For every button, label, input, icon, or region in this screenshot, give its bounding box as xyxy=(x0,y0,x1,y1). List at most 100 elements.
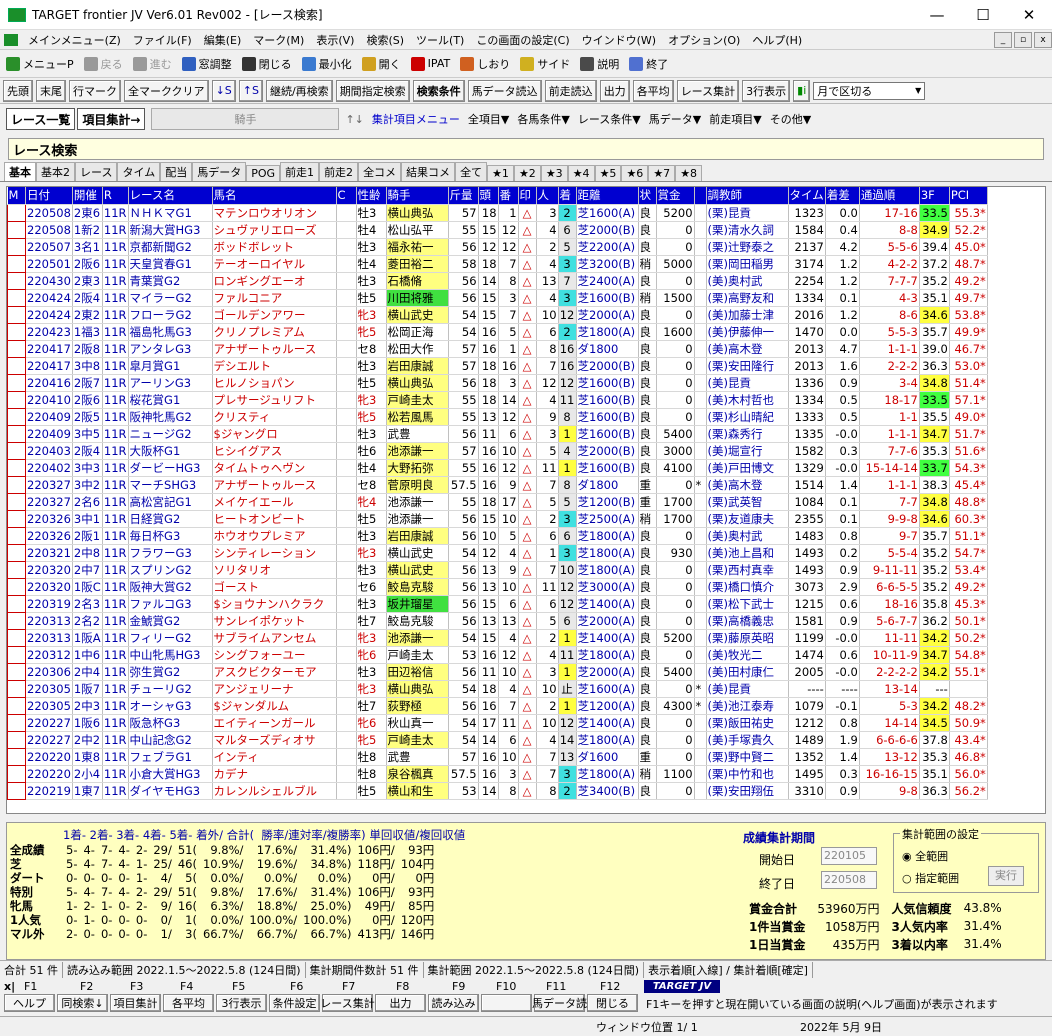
table-cell[interactable] xyxy=(7,407,26,426)
table-row[interactable]: 220326 3中1 11R 日経賞G2 ヒートオンビート 牡5 池添謙一 56 15 10 △ 2 3… xyxy=(7,509,988,528)
filter-dropdown[interactable]: 各馬条件▼ xyxy=(517,111,569,127)
column-header[interactable]: 調教師 xyxy=(706,187,789,205)
toolbar-button[interactable]: 戻る xyxy=(83,56,123,72)
action-button[interactable]: 出力 xyxy=(599,79,630,102)
tab[interactable]: 結果コメ xyxy=(401,162,456,181)
action-button[interactable]: 馬データ読込 xyxy=(467,79,542,102)
menu-item[interactable]: 編集(E) xyxy=(198,32,248,48)
range-spec-radio[interactable]: ○ 指定範囲 xyxy=(902,870,959,886)
mdi-restore-button[interactable]: ▫ xyxy=(1014,31,1032,48)
tab[interactable]: ★2 xyxy=(513,165,541,181)
table-cell[interactable] xyxy=(7,339,26,358)
column-header[interactable]: 賞金 xyxy=(656,187,695,205)
tab[interactable]: ★5 xyxy=(594,165,622,181)
table-row[interactable]: 220430 2東3 11R 青葉賞G2 ロンギングエーオ 牡3 石橋脩 56 14 8 △ 13 7 芝… xyxy=(7,271,988,290)
tab[interactable]: タイム xyxy=(117,162,161,181)
table-cell[interactable] xyxy=(7,475,26,494)
action-button[interactable]: 前走読込 xyxy=(544,79,597,102)
action-button[interactable]: 全マーククリア xyxy=(124,79,209,102)
column-header[interactable]: R xyxy=(102,187,129,205)
menu-item[interactable]: ツール(T) xyxy=(410,32,470,48)
column-header[interactable]: 馬名 xyxy=(212,187,337,205)
table-row[interactable]: 220320 1阪C 11R 阪神大賞G2 ゴースト セ6 鮫島克駿 56 13 10 △ 11 12 芝… xyxy=(7,577,988,596)
close-button[interactable]: ✕ xyxy=(1006,0,1052,30)
table-row[interactable]: 220219 1東7 11R ダイヤモHG3 カレンルシェルブル 牡5 横山和生 53 14 8 △… xyxy=(7,781,988,800)
info-icon[interactable]: ▮i xyxy=(793,79,811,102)
table-row[interactable]: 220220 1東8 11R フェブラG1 インティ 牡8 武豊 57 16 10 △ 7 13 ダ160… xyxy=(7,747,988,766)
tab[interactable]: 前走2 xyxy=(319,162,359,181)
table-cell[interactable] xyxy=(7,764,26,783)
filter-dropdown[interactable]: 馬データ▼ xyxy=(649,111,701,127)
minimize-button[interactable]: — xyxy=(914,0,960,30)
mdi-minimize-button[interactable]: _ xyxy=(994,31,1012,48)
toolbar-button[interactable]: 閉じる xyxy=(241,56,292,72)
fkey-button[interactable]: 項目集計 xyxy=(110,994,161,1012)
table-row[interactable]: 220305 1阪7 11R チューリG2 アンジェリーナ 牝3 横山典弘 54 18 4 △ 10 止… xyxy=(7,679,988,698)
fkey-button[interactable]: 同検索↓ xyxy=(57,994,108,1012)
tab[interactable]: ★8 xyxy=(675,165,703,181)
filter-dropdown[interactable]: その他▼ xyxy=(770,111,811,127)
menu-item[interactable]: マーク(M) xyxy=(247,32,310,48)
table-cell[interactable] xyxy=(7,577,26,596)
tab[interactable]: ★7 xyxy=(648,165,676,181)
table-row[interactable]: 220306 2中4 11R 弥生賞G2 アスクビクターモア 牡3 田辺裕信 56 11 10 △ 3… xyxy=(7,662,988,681)
table-cell[interactable] xyxy=(7,220,26,239)
table-row[interactable]: 220321 2中8 11R フラワーG3 シンティレーション 牝3 横山武史 54 12 4 △ 1… xyxy=(7,543,988,562)
run-button[interactable]: 実行 xyxy=(988,866,1024,886)
column-header[interactable]: 頭 xyxy=(478,187,499,205)
action-button[interactable]: ↑S xyxy=(238,79,263,102)
race-list-button[interactable]: レース一覧 xyxy=(6,108,76,130)
table-row[interactable]: 220403 2阪4 11R 大阪杯G1 ヒシイグアス 牡6 池添謙一 57 16 10 △ 5 4 芝2… xyxy=(7,441,988,460)
sort-arrows-icon[interactable]: ↑↓ xyxy=(345,113,363,126)
table-cell[interactable] xyxy=(7,237,26,256)
table-row[interactable]: 220417 3中8 11R 皐月賞G1 デシエルト 牡3 岩田康誠 57 18 16 △ 7 16 芝2… xyxy=(7,356,988,375)
fkey-button[interactable]: 出力 xyxy=(375,994,426,1012)
column-header[interactable]: 着差 xyxy=(825,187,860,205)
column-header[interactable]: 騎手 xyxy=(386,187,449,205)
column-header[interactable]: PCI xyxy=(949,187,988,205)
mdi-close-button[interactable]: x xyxy=(1034,31,1052,48)
table-row[interactable]: 220508 1新2 11R 新潟大賞HG3 シュヴァリエローズ 牡4 松山弘平 55 15 12… xyxy=(7,220,988,239)
fkey-button[interactable] xyxy=(481,994,532,1012)
menu-item[interactable]: 検索(S) xyxy=(360,32,410,48)
menu-item[interactable]: ヘルプ(H) xyxy=(746,32,808,48)
action-button[interactable]: レース集計 xyxy=(676,79,740,102)
table-row[interactable]: 220417 2阪8 11R アンタレG3 アナザートゥルース セ8 松田大作 57 16 1 △ 8… xyxy=(7,339,988,358)
column-header[interactable]: M xyxy=(7,187,26,205)
table-row[interactable]: 220326 2阪1 11R 毎日杯G3 ホウオウプレミア 牡3 岩田康誠 56 10 5 △ 6 6 芝… xyxy=(7,526,988,545)
tab[interactable]: 配当 xyxy=(160,162,193,181)
table-cell[interactable] xyxy=(7,288,26,307)
table-cell[interactable] xyxy=(7,662,26,681)
table-cell[interactable] xyxy=(7,356,26,375)
action-button[interactable]: ↓S xyxy=(211,79,236,102)
filter-dropdown[interactable]: 全項目▼ xyxy=(468,111,509,127)
column-header[interactable]: タイム xyxy=(788,187,826,205)
menu-item[interactable]: メインメニュー(Z) xyxy=(22,32,127,48)
action-button[interactable]: 期間指定検索 xyxy=(335,79,410,102)
column-header[interactable]: 印 xyxy=(518,187,537,205)
toolbar-button[interactable]: 説明 xyxy=(580,56,619,72)
aggregate-item-combo[interactable]: 騎手 xyxy=(151,108,340,130)
table-row[interactable]: 220507 3名1 11R 京都新聞G2 ボッドボレット 牡3 福永祐一 56 12 12 △ 2 5… xyxy=(7,237,988,256)
table-row[interactable]: 220402 3中3 11R ダービーHG3 タイムトゥヘヴン 牡4 大野拓弥 55 16 12 △… xyxy=(7,458,988,477)
menu-item[interactable]: ファイル(F) xyxy=(127,32,198,48)
table-row[interactable]: 220220 2小4 11R 小倉大賞HG3 カデナ 牡8 泉谷楓真 57.5 16 3 △ 7 3 芝1… xyxy=(7,764,988,783)
table-cell[interactable] xyxy=(7,509,26,528)
table-cell[interactable] xyxy=(7,390,26,409)
table-row[interactable]: 220424 2東2 11R フローラG2 ゴールデンアワー 牝3 横山武史 54 15 7 △ 10… xyxy=(7,305,988,324)
table-row[interactable]: 220409 2阪5 11R 阪神牝馬G2 クリスティ 牝5 松若風馬 55 13 12 △ 9 8 芝1… xyxy=(7,407,988,426)
table-row[interactable]: 220501 2阪6 11R 天皇賞春G1 テーオーロイヤル 牡4 菱田裕二 58 18 7 △ 4 3… xyxy=(7,254,988,273)
table-cell[interactable] xyxy=(7,373,26,392)
table-row[interactable]: 220227 1阪6 11R 阪急杯G3 エイティーンガール 牝6 秋山真一 54 17 11 △ 1… xyxy=(7,713,988,732)
column-header[interactable]: 距離 xyxy=(576,187,639,205)
toolbar-button[interactable]: サイド xyxy=(520,56,570,72)
filter-dropdown[interactable]: レース条件▼ xyxy=(578,111,641,127)
toolbar-button[interactable]: 窓調整 xyxy=(181,56,232,72)
group-select[interactable]: 月で区切る ▼ xyxy=(813,81,926,100)
menu-item[interactable]: この画面の設定(C) xyxy=(470,32,575,48)
tab[interactable]: ★1 xyxy=(487,165,514,181)
tab[interactable]: 全コメ xyxy=(358,162,402,181)
tab[interactable]: 基本2 xyxy=(36,162,75,181)
table-cell[interactable] xyxy=(7,679,26,698)
column-header[interactable]: 開催 xyxy=(72,187,103,205)
